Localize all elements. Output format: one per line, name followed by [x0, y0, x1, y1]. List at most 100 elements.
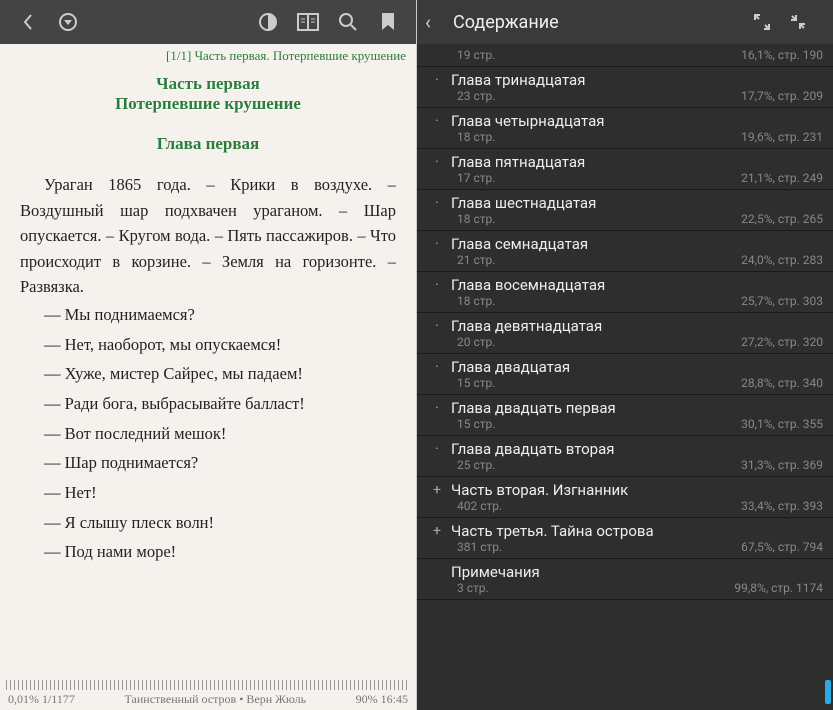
dialogue-line: — Нет, наоборот, мы опускаемся! — [20, 330, 396, 360]
toc-item-pagecount: 19 стр. — [457, 48, 741, 62]
chapter-title: Глава первая — [20, 134, 396, 154]
dialogue-line: — Хуже, мистер Сайрес, мы падаем! — [20, 359, 396, 389]
toc-marker: · — [423, 400, 451, 416]
toc-item-pagecount: 18 стр. — [457, 294, 741, 308]
toc-item-pagecount: 15 стр. — [457, 417, 741, 431]
toc-item[interactable]: ·Глава четырнадцатая18 стр.19,6%, стр. 2… — [417, 108, 833, 149]
part-title-2: Потерпевшие крушение — [20, 94, 396, 114]
toc-item-title: Глава двадцать первая — [451, 399, 823, 417]
toc-item-position: 24,0%, стр. 283 — [741, 253, 823, 267]
footer-battery-time: 90% 16:45 — [356, 692, 408, 707]
breadcrumb: [1/1] Часть первая. Потерпевшие крушение — [0, 44, 416, 66]
toc-item-title: Глава восемнадцатая — [451, 276, 823, 294]
toc-item-title: Глава четырнадцатая — [451, 112, 823, 130]
toc-item-position: 19,6%, стр. 231 — [741, 130, 823, 144]
toc-item-position: 27,2%, стр. 320 — [741, 335, 823, 349]
toc-item[interactable]: ·Глава двадцатая15 стр.28,8%, стр. 340 — [417, 354, 833, 395]
dialogue-line: — Мы поднимаемся? — [20, 300, 396, 330]
toc-marker: · — [423, 318, 451, 334]
toc-item-position: 25,7%, стр. 303 — [741, 294, 823, 308]
toc-marker: · — [423, 195, 451, 211]
toc-item-title: Часть вторая. Изгнанник — [451, 481, 823, 499]
toc-item[interactable]: +Часть третья. Тайна острова381 стр.67,5… — [417, 518, 833, 559]
toc-item-pagecount: 18 стр. — [457, 212, 741, 226]
toc-item-position: 21,1%, стр. 249 — [741, 171, 823, 185]
toc-marker: · — [423, 441, 451, 457]
toc-item-position: 67,5%, стр. 794 — [741, 540, 823, 554]
dialogue-line: — Шар поднимается? — [20, 448, 396, 478]
collapse-icon[interactable] — [789, 13, 825, 31]
footer-book-title: Таинственный остров • Верн Жюль — [75, 692, 356, 707]
dialogue-block: — Мы поднимаемся?— Нет, наоборот, мы опу… — [20, 300, 396, 567]
back-button[interactable] — [8, 2, 48, 42]
toc-item[interactable]: ·Глава двадцать вторая25 стр.31,3%, стр.… — [417, 436, 833, 477]
toc-item-position: 16,1%, стр. 190 — [741, 48, 823, 62]
toc-item-pagecount: 20 стр. — [457, 335, 741, 349]
toc-marker: · — [423, 359, 451, 375]
toc-item[interactable]: ·Глава восемнадцатая18 стр.25,7%, стр. 3… — [417, 272, 833, 313]
toc-item-title: Часть третья. Тайна острова — [451, 522, 823, 540]
toc-item-pagecount: 402 стр. — [457, 499, 741, 513]
scrollbar-indicator[interactable] — [825, 680, 831, 704]
book-content[interactable]: Часть первая Потерпевшие крушение Глава … — [0, 66, 416, 674]
reader-panel: [1/1] Часть первая. Потерпевшие крушение… — [0, 0, 417, 710]
toc-item-position: 33,4%, стр. 393 — [741, 499, 823, 513]
toc-item[interactable]: ·Глава семнадцатая21 стр.24,0%, стр. 283 — [417, 231, 833, 272]
toc-header: ‹ Содержание — [417, 0, 833, 44]
toc-item[interactable]: Примечания3 стр.99,8%, стр. 1174 — [417, 559, 833, 600]
toc-list[interactable]: 19 стр.16,1%, стр. 190·Глава тринадцатая… — [417, 44, 833, 710]
toc-panel: ‹ Содержание 19 стр.16,1%, стр. 190·Глав… — [417, 0, 833, 710]
toc-item[interactable]: ·Глава двадцать первая15 стр.30,1%, стр.… — [417, 395, 833, 436]
toc-item-pagecount: 18 стр. — [457, 130, 741, 144]
layout-icon[interactable] — [288, 2, 328, 42]
toc-marker: + — [423, 482, 451, 498]
options-dropdown-icon[interactable] — [48, 2, 88, 42]
toc-back-icon[interactable]: ‹ — [425, 10, 453, 34]
dialogue-line: — Под нами море! — [20, 537, 396, 567]
dialogue-line: — Нет! — [20, 478, 396, 508]
toc-item[interactable]: +Часть вторая. Изгнанник402 стр.33,4%, с… — [417, 477, 833, 518]
reader-toolbar — [0, 0, 416, 44]
toc-item-position: 17,7%, стр. 209 — [741, 89, 823, 103]
toc-item-pagecount: 17 стр. — [457, 171, 741, 185]
toc-marker: · — [423, 154, 451, 170]
toc-item-position: 28,8%, стр. 340 — [741, 376, 823, 390]
toc-item-pagecount: 21 стр. — [457, 253, 741, 267]
toc-marker: · — [423, 113, 451, 129]
dialogue-line: — Вот последний мешок! — [20, 419, 396, 449]
toc-item-pagecount: 25 стр. — [457, 458, 741, 472]
toc-item-position: 99,8%, стр. 1174 — [734, 581, 823, 595]
toc-item-title: Примечания — [451, 563, 823, 581]
toc-item-title: Глава двадцать вторая — [451, 440, 823, 458]
toc-marker: · — [423, 236, 451, 252]
toc-item-title: Глава семнадцатая — [451, 235, 823, 253]
toc-item[interactable]: ·Глава девятнадцатая20 стр.27,2%, стр. 3… — [417, 313, 833, 354]
toc-item-position: 22,5%, стр. 265 — [741, 212, 823, 226]
part-title-1: Часть первая — [20, 74, 396, 94]
search-icon[interactable] — [328, 2, 368, 42]
theme-icon[interactable] — [248, 2, 288, 42]
toc-item-pagecount: 381 стр. — [457, 540, 741, 554]
dialogue-line: — Ради бога, выбрасывайте бал­ласт! — [20, 389, 396, 419]
toc-marker: + — [423, 523, 451, 539]
toc-item-title: Глава тринадцатая — [451, 71, 823, 89]
toc-item-pagecount: 15 стр. — [457, 376, 741, 390]
footer-progress: 0,01% 1/1177 — [8, 692, 75, 707]
toc-item-position: 31,3%, стр. 369 — [741, 458, 823, 472]
toc-item[interactable]: ·Глава пятнадцатая17 стр.21,1%, стр. 249 — [417, 149, 833, 190]
summary-paragraph: Ураган 1865 года. – Крики в возду­хе. – … — [20, 172, 396, 300]
reader-footer: 0,01% 1/1177 Таинственный остров • Верн … — [0, 674, 416, 710]
bookmark-icon[interactable] — [368, 2, 408, 42]
expand-icon[interactable] — [753, 13, 789, 31]
toc-item[interactable]: ·Глава тринадцатая23 стр.17,7%, стр. 209 — [417, 67, 833, 108]
toc-marker: · — [423, 277, 451, 293]
toc-item-title: Глава девятнадцатая — [451, 317, 823, 335]
toc-item[interactable]: 19 стр.16,1%, стр. 190 — [417, 44, 833, 67]
toc-item-pagecount: 23 стр. — [457, 89, 741, 103]
toc-marker: · — [423, 72, 451, 88]
toc-item-position: 30,1%, стр. 355 — [741, 417, 823, 431]
progress-ruler[interactable] — [6, 680, 410, 690]
toc-title: Содержание — [453, 12, 753, 33]
toc-item-title: Глава шестнадцатая — [451, 194, 823, 212]
toc-item[interactable]: ·Глава шестнадцатая18 стр.22,5%, стр. 26… — [417, 190, 833, 231]
